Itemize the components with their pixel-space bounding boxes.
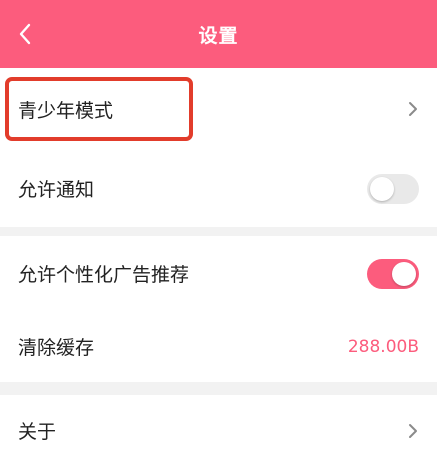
chevron-right-icon xyxy=(409,423,417,438)
chevron-left-icon xyxy=(19,23,31,45)
personalized-ads-label: 允许个性化广告推荐 xyxy=(18,264,190,286)
top-bar: 设置 xyxy=(0,0,437,68)
toggle-knob xyxy=(370,176,394,201)
settings-row-youth-mode[interactable]: 青少年模式 xyxy=(0,68,437,150)
settings-row-personalized-ads: 允许个性化广告推荐 xyxy=(0,236,437,311)
settings-row-clear-cache[interactable]: 清除缓存 288.00B xyxy=(0,311,437,382)
about-label: 关于 xyxy=(18,421,57,443)
cache-size-value: 288.00B xyxy=(347,336,419,357)
settings-row-about[interactable]: 关于 xyxy=(0,395,437,466)
settings-row-allow-notifications: 允许通知 xyxy=(0,150,437,227)
allow-notifications-toggle[interactable] xyxy=(367,173,419,204)
back-button[interactable] xyxy=(14,22,36,46)
youth-mode-label: 青少年模式 xyxy=(18,99,114,122)
allow-notifications-label: 允许通知 xyxy=(18,179,95,201)
personalized-ads-toggle[interactable] xyxy=(367,258,419,289)
page-title: 设置 xyxy=(198,24,239,47)
clear-cache-label: 清除缓存 xyxy=(18,337,95,359)
chevron-right-icon xyxy=(409,102,417,116)
toggle-knob xyxy=(392,261,416,286)
